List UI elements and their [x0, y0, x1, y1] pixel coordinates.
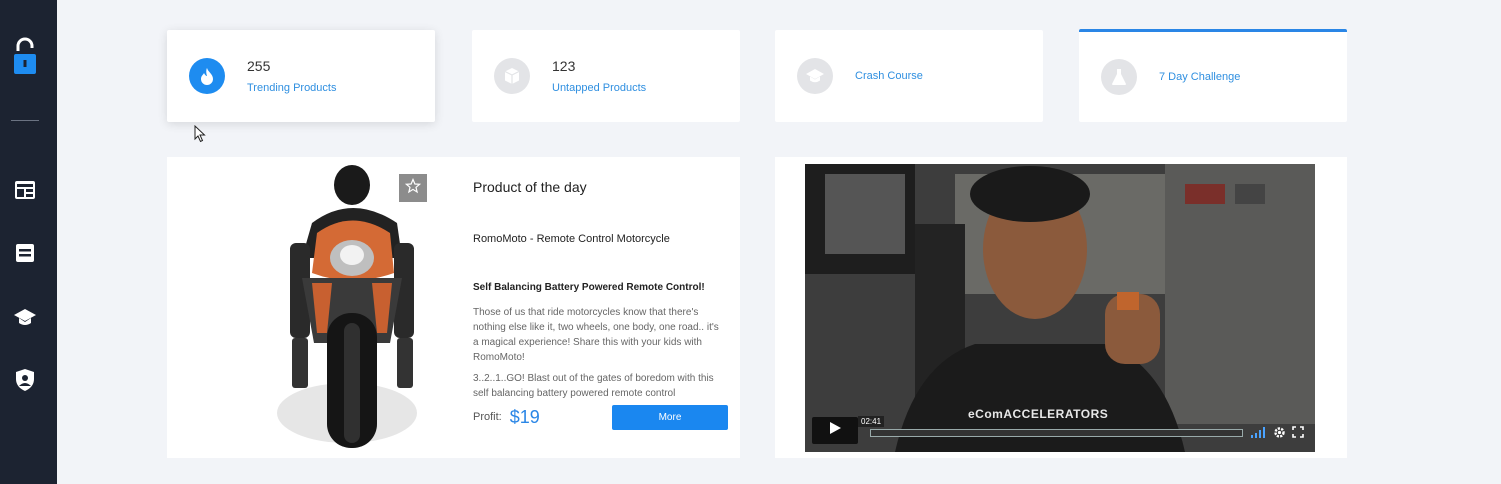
favorite-button[interactable]	[399, 174, 427, 202]
product-image[interactable]	[272, 163, 452, 455]
description-paragraph: Those of us that ride motorcycles know t…	[473, 307, 719, 363]
profit-label: Profit:	[473, 411, 502, 423]
dashboard-icon[interactable]	[13, 178, 37, 202]
volume-icon[interactable]	[1249, 425, 1267, 439]
stat-card-trending[interactable]: 255 Trending Products	[167, 30, 435, 122]
stat-number: 255	[247, 58, 271, 74]
stat-label[interactable]: Untapped Products	[552, 82, 646, 94]
profit-row: Profit: $19 More	[473, 403, 728, 431]
stat-label[interactable]: Trending Products	[247, 82, 336, 94]
graduation-cap-icon	[797, 58, 833, 94]
description-paragraph: 3..2..1..GO! Blast out of the gates of b…	[473, 373, 714, 399]
video-time: 02:41	[858, 416, 885, 427]
user-shield-icon[interactable]	[13, 368, 37, 392]
product-of-the-day-card: Product of the day RomoMoto - Remote Con…	[167, 157, 740, 458]
list-icon[interactable]	[13, 241, 37, 265]
stat-card-untapped[interactable]: 123 Untapped Products	[472, 30, 740, 122]
video-card: eComACCELERATORS 02:41	[775, 157, 1347, 458]
product-subtitle: Self Balancing Battery Powered Remote Co…	[473, 282, 705, 293]
graduation-cap-icon[interactable]	[13, 305, 37, 329]
video-progress-bar[interactable]	[870, 429, 1243, 437]
video-player[interactable]: eComACCELERATORS 02:41	[805, 164, 1315, 452]
product-name: RomoMoto - Remote Control Motorcycle	[473, 233, 670, 245]
product-info: Product of the day RomoMoto - Remote Con…	[473, 157, 728, 458]
stat-card-7-day-challenge[interactable]: 7 Day Challenge	[1079, 29, 1347, 122]
unlock-icon[interactable]	[13, 37, 37, 77]
more-button[interactable]: More	[612, 405, 728, 430]
fire-icon	[189, 58, 225, 94]
stat-label[interactable]: Crash Course	[855, 70, 923, 82]
main-content: 255 Trending Products 123 Untapped Produ…	[57, 0, 1501, 484]
stat-label[interactable]: 7 Day Challenge	[1159, 71, 1240, 83]
box-icon	[494, 58, 530, 94]
section-title: Product of the day	[473, 179, 587, 195]
mouse-cursor-icon	[194, 124, 206, 148]
profit-value: $19	[509, 406, 540, 427]
sidebar	[0, 0, 57, 484]
flask-icon	[1101, 59, 1137, 95]
star-icon	[404, 177, 422, 199]
shirt-text: eComACCELERATORS	[968, 407, 1109, 421]
stat-number: 123	[552, 58, 576, 74]
sidebar-divider	[11, 120, 39, 121]
play-icon	[828, 421, 842, 440]
play-button[interactable]	[812, 417, 858, 444]
product-description[interactable]: Those of us that ride motorcycles know t…	[473, 305, 721, 401]
settings-gear-icon[interactable]	[1272, 425, 1286, 439]
stat-card-crash-course[interactable]: Crash Course	[775, 30, 1043, 122]
fullscreen-icon[interactable]	[1291, 425, 1305, 439]
